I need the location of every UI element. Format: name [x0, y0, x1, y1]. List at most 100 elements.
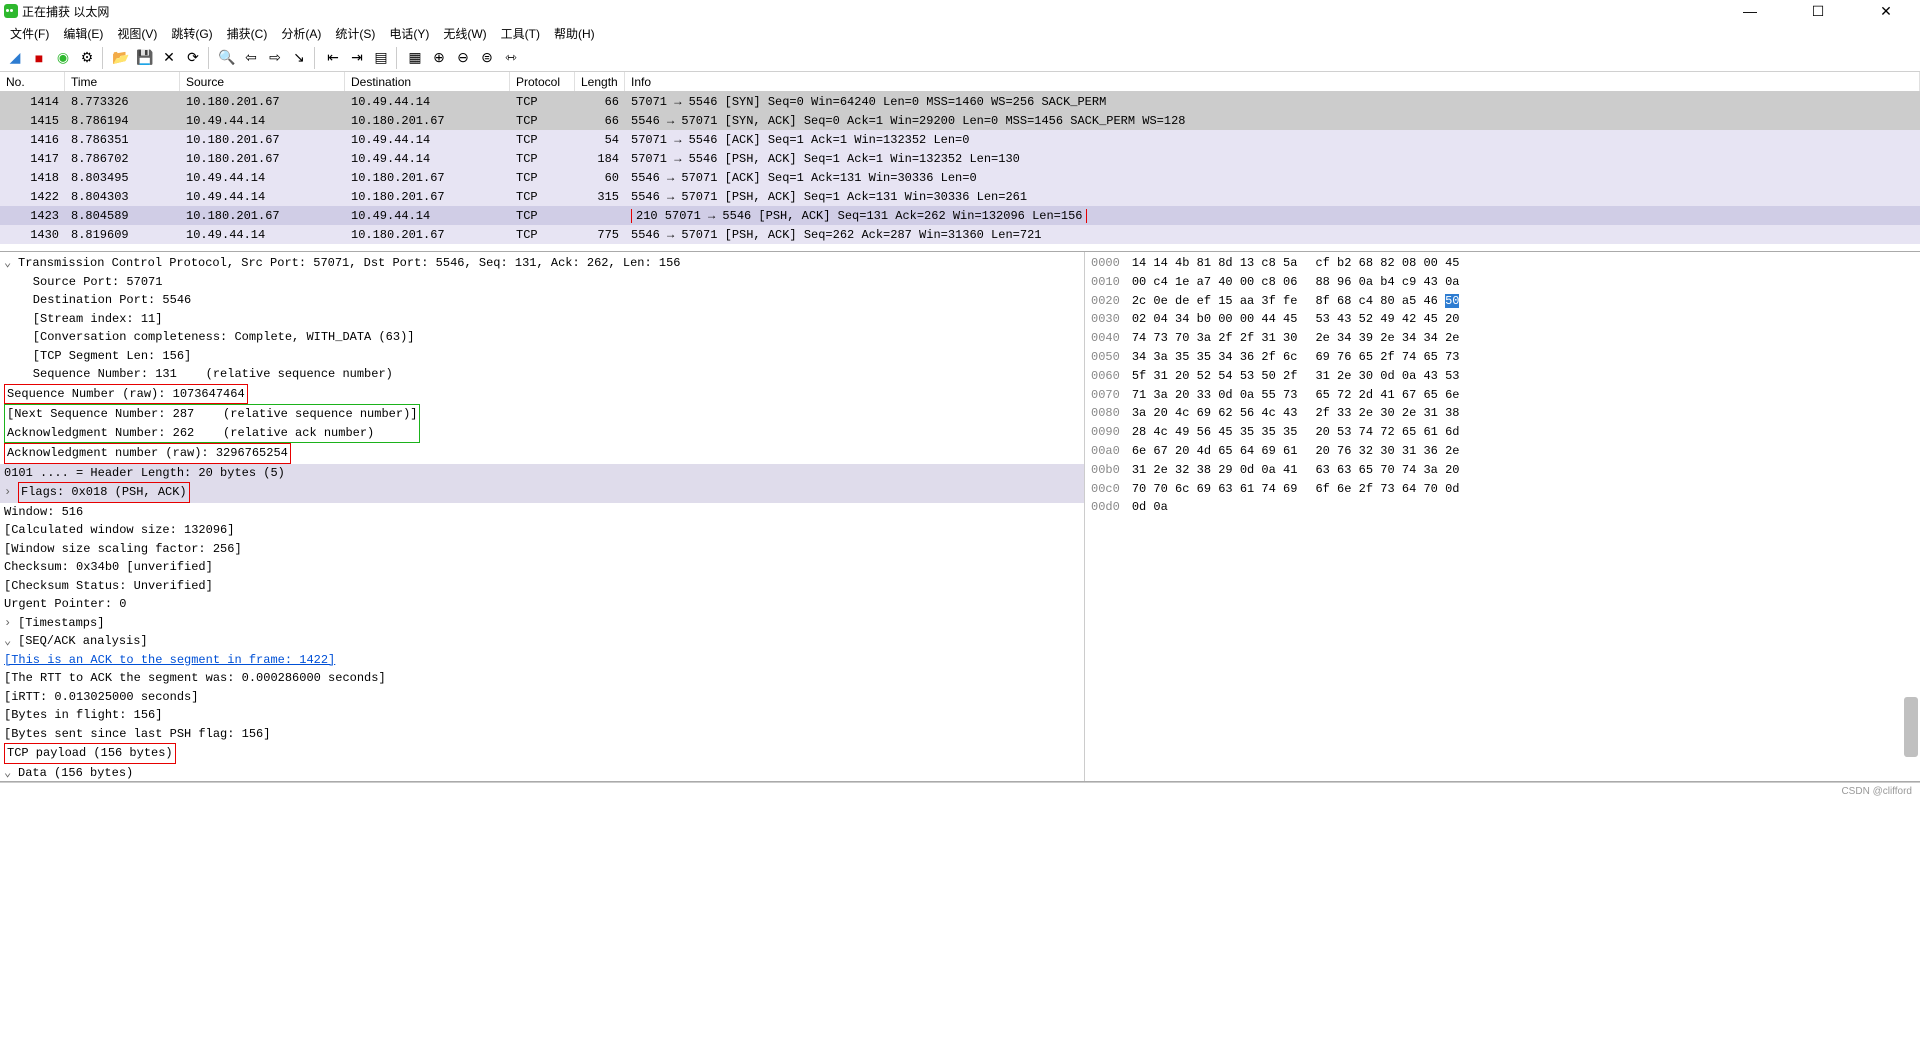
ack-frame-link[interactable]: [This is an ACK to the segment in frame:…	[4, 651, 335, 670]
resize-columns-icon[interactable]: ⇿	[500, 47, 522, 69]
detail-line[interactable]: [TCP Segment Len: 156]	[0, 347, 1084, 366]
detail-line[interactable]: Destination Port: 5546	[0, 291, 1084, 310]
seq-raw-line[interactable]: Sequence Number (raw): 1073647464	[4, 384, 248, 405]
packet-row[interactable]: 14308.81960910.49.44.1410.180.201.67TCP7…	[0, 225, 1920, 244]
bytes-sent-line[interactable]: [Bytes sent since last PSH flag: 156]	[4, 725, 270, 744]
menu-tools[interactable]: 工具(T)	[495, 23, 546, 44]
menu-analyze[interactable]: 分析(A)	[275, 23, 327, 44]
hex-row[interactable]: 000014 14 4b 81 8d 13 c8 5acf b2 68 82 0…	[1091, 254, 1914, 273]
checksum-status-line[interactable]: [Checksum Status: Unverified]	[4, 577, 213, 596]
detail-line[interactable]: Source Port: 57071	[0, 273, 1084, 292]
window-line[interactable]: Window: 516	[4, 503, 83, 522]
close-button[interactable]: ✕	[1864, 0, 1908, 22]
header-length-line[interactable]: 0101 .... = Header Length: 20 bytes (5)	[4, 464, 285, 483]
hex-row[interactable]: 009028 4c 49 56 45 35 35 3520 53 74 72 6…	[1091, 423, 1914, 442]
packet-row[interactable]: 14188.80349510.49.44.1410.180.201.67TCP6…	[0, 168, 1920, 187]
tcp-payload-line[interactable]: TCP payload (156 bytes)	[4, 743, 176, 764]
chevron-right-icon[interactable]: ›	[4, 614, 18, 633]
timestamps-line[interactable]: [Timestamps]	[18, 614, 104, 633]
chevron-right-icon[interactable]: ›	[4, 483, 18, 502]
col-source-header[interactable]: Source	[180, 72, 345, 91]
go-to-icon[interactable]: ↘	[288, 47, 310, 69]
save-file-icon[interactable]: 💾	[134, 47, 156, 69]
go-forward-icon[interactable]: ⇨	[264, 47, 286, 69]
menu-view[interactable]: 视图(V)	[111, 23, 163, 44]
chevron-down-icon[interactable]: ⌄	[4, 764, 18, 782]
close-file-icon[interactable]: ✕	[158, 47, 180, 69]
hex-row[interactable]: 005034 3a 35 35 34 36 2f 6c69 76 65 2f 7…	[1091, 348, 1914, 367]
hex-row[interactable]: 00803a 20 4c 69 62 56 4c 432f 33 2e 30 2…	[1091, 404, 1914, 423]
calc-window-line[interactable]: [Calculated window size: 132096]	[4, 521, 234, 540]
open-file-icon[interactable]: 📂	[110, 47, 132, 69]
menu-file[interactable]: 文件(F)	[4, 23, 55, 44]
packet-row[interactable]: 14178.78670210.180.201.6710.49.44.14TCP1…	[0, 149, 1920, 168]
hex-row[interactable]: 00b031 2e 32 38 29 0d 0a 4163 63 65 70 7…	[1091, 461, 1914, 480]
start-capture-icon[interactable]: ◢	[4, 47, 26, 69]
packet-bytes[interactable]: 000014 14 4b 81 8d 13 c8 5acf b2 68 82 0…	[1085, 252, 1920, 781]
maximize-button[interactable]: ☐	[1796, 0, 1840, 22]
hex-row[interactable]: 00c070 70 6c 69 63 61 74 696f 6e 2f 73 6…	[1091, 480, 1914, 499]
hex-row[interactable]: 003002 04 34 b0 00 00 44 4553 43 52 49 4…	[1091, 310, 1914, 329]
packet-row[interactable]: 14238.80458910.180.201.6710.49.44.14TCP2…	[0, 206, 1920, 225]
packet-details[interactable]: ⌄Transmission Control Protocol, Src Port…	[0, 252, 1085, 781]
menu-statistics[interactable]: 统计(S)	[329, 23, 381, 44]
packet-row[interactable]: 14168.78635110.180.201.6710.49.44.14TCP5…	[0, 130, 1920, 149]
detail-line[interactable]: [Stream index: 11]	[0, 310, 1084, 329]
zoom-reset-icon[interactable]: ⊜	[476, 47, 498, 69]
colorize-icon[interactable]: ▦	[404, 47, 426, 69]
minimize-button[interactable]: —	[1728, 0, 1772, 22]
find-icon[interactable]: 🔍	[216, 47, 238, 69]
capture-options-icon[interactable]: ⚙	[76, 47, 98, 69]
detail-line[interactable]: Sequence Number: 131 (relative sequence …	[0, 365, 1084, 384]
stop-capture-icon[interactable]: ■	[28, 47, 50, 69]
go-last-icon[interactable]: ⇥	[346, 47, 368, 69]
ack-raw-line[interactable]: Acknowledgment number (raw): 3296765254	[4, 443, 291, 464]
col-info-header[interactable]: Info	[625, 72, 1920, 91]
menu-telephony[interactable]: 电话(Y)	[383, 23, 435, 44]
checksum-line[interactable]: Checksum: 0x34b0 [unverified]	[4, 558, 213, 577]
ack-num-line[interactable]: Acknowledgment Number: 262 (relative ack…	[7, 426, 374, 440]
packet-row[interactable]: 14158.78619410.49.44.1410.180.201.67TCP6…	[0, 111, 1920, 130]
col-destination-header[interactable]: Destination	[345, 72, 510, 91]
bytes-in-flight-line[interactable]: [Bytes in flight: 156]	[4, 706, 162, 725]
go-back-icon[interactable]: ⇦	[240, 47, 262, 69]
urgent-pointer-line[interactable]: Urgent Pointer: 0	[4, 595, 126, 614]
scrollbar-thumb[interactable]	[1904, 697, 1918, 757]
zoom-in-icon[interactable]: ⊕	[428, 47, 450, 69]
restart-capture-icon[interactable]: ◉	[52, 47, 74, 69]
hex-row[interactable]: 007071 3a 20 33 0d 0a 55 7365 72 2d 41 6…	[1091, 386, 1914, 405]
hex-row[interactable]: 001000 c4 1e a7 40 00 c8 0688 96 0a b4 c…	[1091, 273, 1914, 292]
menu-go[interactable]: 跳转(G)	[165, 23, 218, 44]
data-header-line[interactable]: Data (156 bytes)	[18, 764, 133, 782]
packet-row[interactable]: 14228.80430310.49.44.1410.180.201.67TCP3…	[0, 187, 1920, 206]
col-no-header[interactable]: No.	[0, 72, 65, 91]
win-scale-line[interactable]: [Window size scaling factor: 256]	[4, 540, 242, 559]
next-seq-line[interactable]: [Next Sequence Number: 287 (relative seq…	[7, 407, 417, 421]
col-length-header[interactable]: Length	[575, 72, 625, 91]
hex-row[interactable]: 00202c 0e de ef 15 aa 3f fe8f 68 c4 80 a…	[1091, 292, 1914, 311]
seqack-header-line[interactable]: [SEQ/ACK analysis]	[18, 632, 148, 651]
tcp-line[interactable]: Transmission Control Protocol, Src Port:…	[18, 254, 681, 273]
flags-line[interactable]: Flags: 0x018 (PSH, ACK)	[18, 482, 190, 503]
menu-capture[interactable]: 捕获(C)	[221, 23, 274, 44]
reload-icon[interactable]: ⟳	[182, 47, 204, 69]
col-protocol-header[interactable]: Protocol	[510, 72, 575, 91]
auto-scroll-icon[interactable]: ▤	[370, 47, 392, 69]
hex-row[interactable]: 00d00d 0a	[1091, 498, 1914, 517]
col-time-header[interactable]: Time	[65, 72, 180, 91]
hex-row[interactable]: 004074 73 70 3a 2f 2f 31 302e 34 39 2e 3…	[1091, 329, 1914, 348]
rtt-line[interactable]: [The RTT to ACK the segment was: 0.00028…	[4, 669, 386, 688]
menu-edit[interactable]: 编辑(E)	[57, 23, 109, 44]
menu-wireless[interactable]: 无线(W)	[437, 23, 492, 44]
go-first-icon[interactable]: ⇤	[322, 47, 344, 69]
chevron-down-icon[interactable]: ⌄	[4, 254, 18, 273]
zoom-out-icon[interactable]: ⊖	[452, 47, 474, 69]
irtt-line[interactable]: [iRTT: 0.013025000 seconds]	[4, 688, 198, 707]
packet-row[interactable]: 14148.77332610.180.201.6710.49.44.14TCP6…	[0, 92, 1920, 111]
menu-help[interactable]: 帮助(H)	[548, 23, 601, 44]
hex-row[interactable]: 00a06e 67 20 4d 65 64 69 6120 76 32 30 3…	[1091, 442, 1914, 461]
chevron-down-icon[interactable]: ⌄	[4, 632, 18, 651]
packet-list[interactable]: 14148.77332610.180.201.6710.49.44.14TCP6…	[0, 92, 1920, 252]
hex-row[interactable]: 00605f 31 20 52 54 53 50 2f31 2e 30 0d 0…	[1091, 367, 1914, 386]
detail-line[interactable]: [Conversation completeness: Complete, WI…	[0, 328, 1084, 347]
